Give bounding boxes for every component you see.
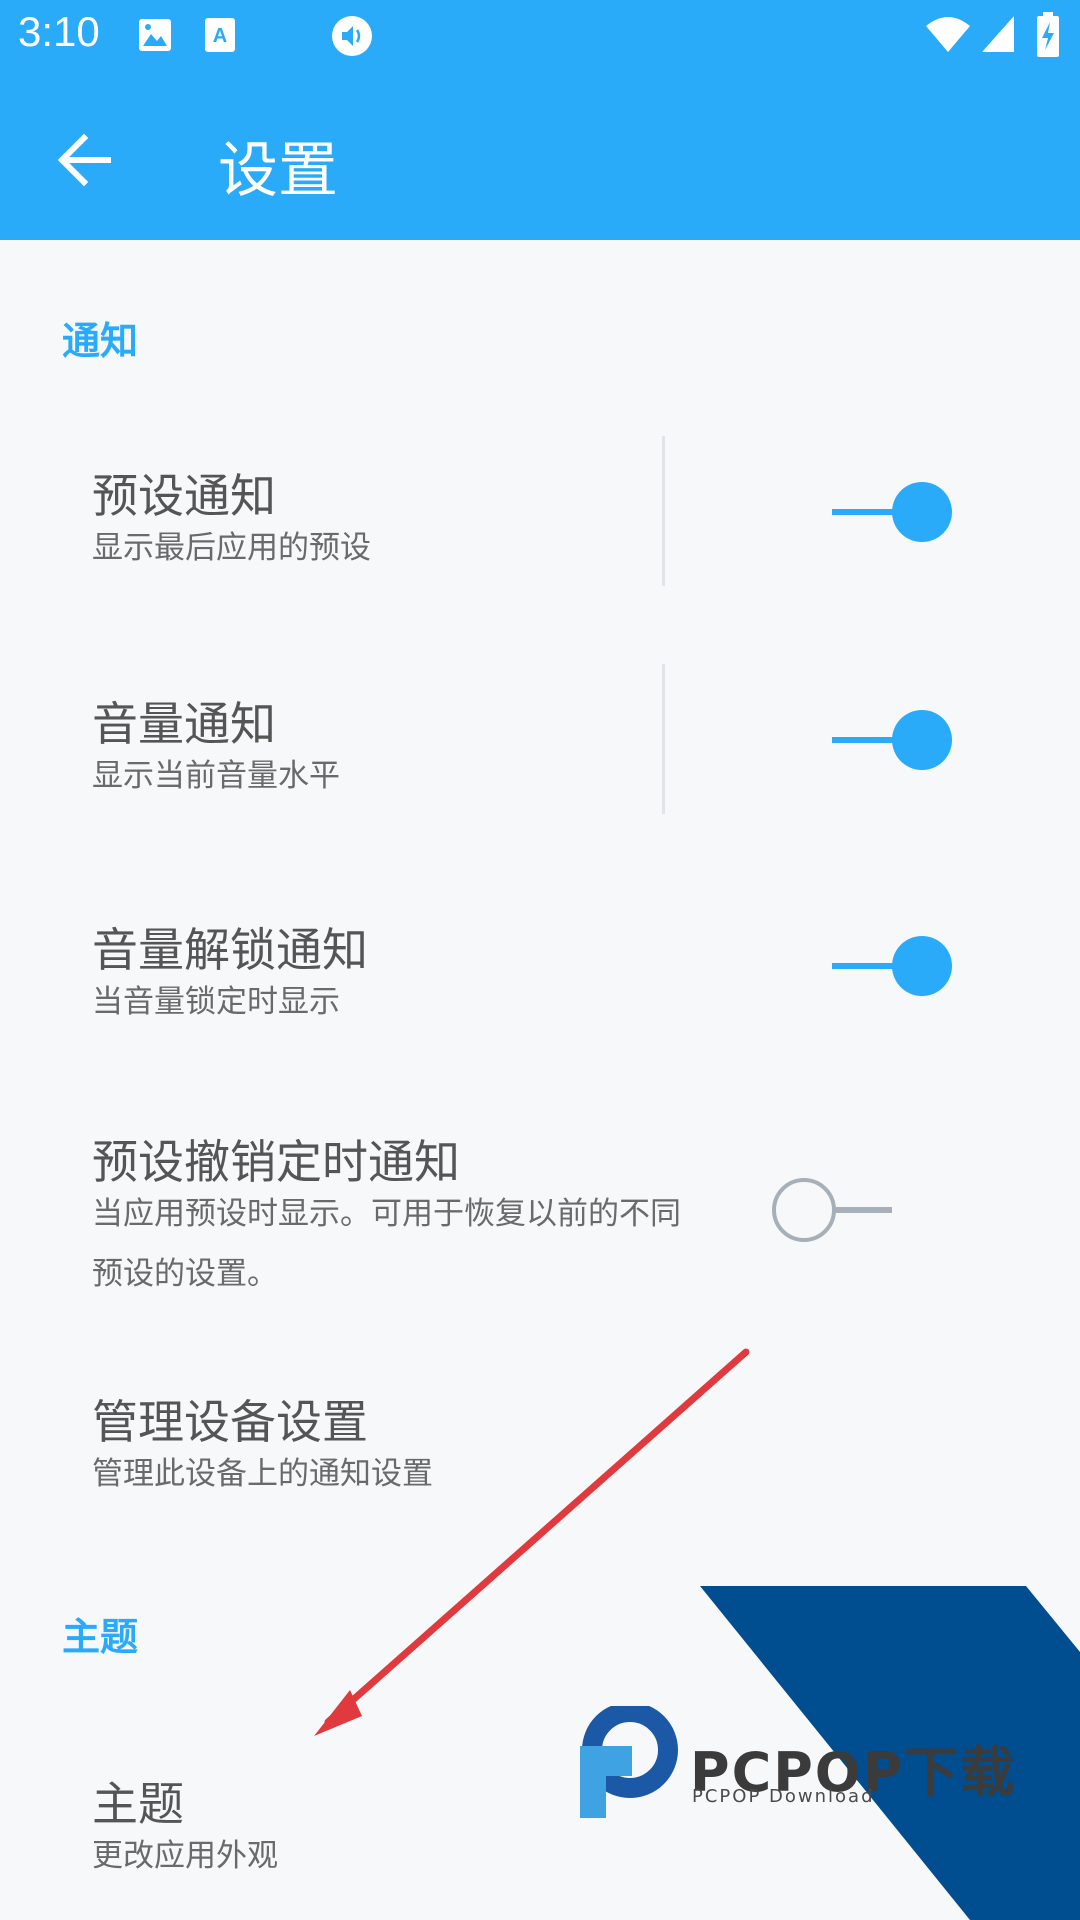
annotation-arrow (314, 1348, 750, 1736)
